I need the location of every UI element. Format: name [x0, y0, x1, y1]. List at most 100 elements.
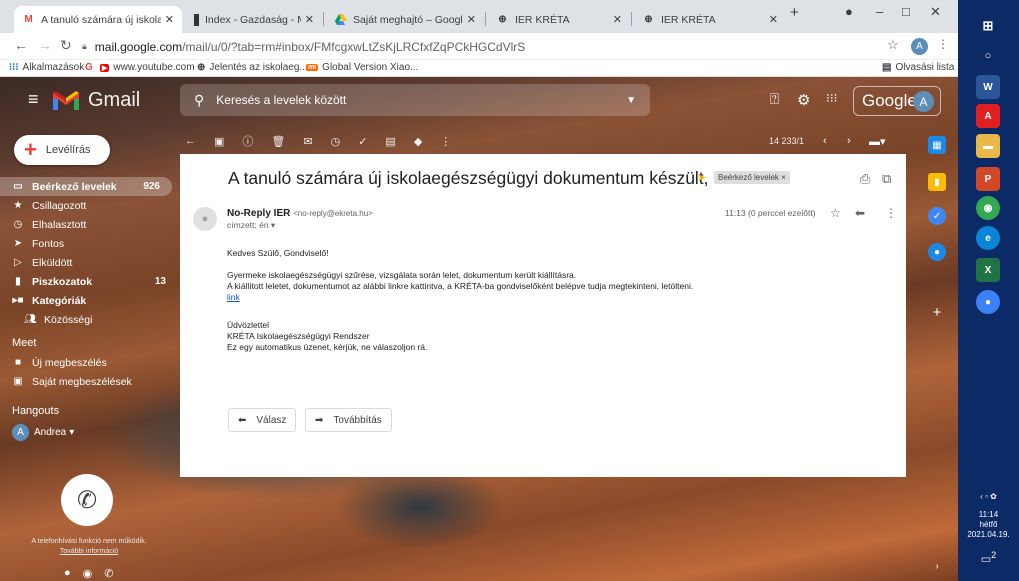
open-new-window-icon[interactable]: ⧉ — [882, 171, 891, 187]
search-icon[interactable]: ○ — [976, 44, 1000, 68]
close-icon[interactable]: ✕ — [165, 13, 174, 26]
archive-icon[interactable]: ▣ — [214, 135, 224, 148]
sidebar-item-starred[interactable]: ★ Csillagozott — [0, 196, 178, 215]
acrobat-icon[interactable]: A — [976, 104, 1000, 128]
clock-day: hétfő — [979, 520, 998, 529]
mark-unread-icon[interactable]: ✉ — [303, 135, 312, 148]
sidebar-item-inbox[interactable]: ▭ Beérkező levelek 926 — [0, 177, 172, 196]
chevron-down-icon[interactable]: ▾ — [69, 427, 74, 438]
record-icon[interactable]: ● — [845, 4, 853, 19]
app-badge-icon[interactable]: ● — [976, 290, 1000, 314]
prev-icon[interactable]: ‹ — [823, 135, 827, 147]
google-account-button[interactable]: Google A — [853, 86, 941, 116]
powerpoint-icon[interactable]: P — [976, 167, 1000, 191]
forward-button[interactable]: → — [38, 37, 52, 53]
recipient-line[interactable]: címzett: én ▾ — [227, 220, 275, 231]
contacts-app-icon[interactable]: ● — [928, 243, 946, 261]
print-icon[interactable]: ⎙ — [860, 171, 870, 187]
back-arrow-icon[interactable]: ← — [185, 135, 196, 147]
notification-icon[interactable]: ▭2 — [958, 550, 1019, 565]
label-tag-icon[interactable]: ◆ — [414, 135, 422, 148]
tab-gmail[interactable]: M A tanuló számára új iskolaegész ✕ — [14, 6, 182, 33]
tab-kreta-1[interactable]: ⊕ IER KRÉTA ✕ — [488, 6, 630, 33]
more-menu-icon[interactable]: ⋮ — [937, 37, 949, 51]
inbox-label-chip[interactable]: Beérkező levelek × — [714, 171, 790, 184]
delete-icon[interactable]: 🗑︎ — [271, 135, 285, 148]
windows-start-icon[interactable]: ⊞ — [976, 14, 1000, 38]
snooze-icon[interactable]: ◷ — [331, 135, 341, 148]
search-box[interactable]: ⚲ ▼ — [180, 84, 650, 116]
keyboard-icon[interactable]: ▬▾ — [869, 135, 886, 148]
close-icon[interactable]: ✕ — [769, 13, 778, 26]
move-to-icon[interactable]: ▤ — [385, 135, 395, 148]
more-options-icon[interactable]: ⋮ — [885, 206, 897, 220]
reply-button[interactable]: ⬅ Válasz — [228, 408, 297, 432]
tab-index[interactable]: Index - Gazdaság - Magyar taló ✕ — [186, 6, 322, 33]
tab-kreta-2[interactable]: ⊕ IER KRÉTA ✕ — [634, 6, 786, 33]
address-bar[interactable]: 🔒︎ mail.google.com/mail/u/0/?tab=rm#inbo… — [82, 36, 872, 57]
excel-icon[interactable]: X — [976, 258, 1000, 282]
expand-panel-icon[interactable]: › — [928, 557, 946, 575]
close-icon[interactable]: ✕ — [613, 13, 622, 26]
close-window-button[interactable]: ✕ — [930, 4, 941, 20]
next-icon[interactable]: › — [847, 135, 851, 147]
sidebar-item-sent[interactable]: ▷ Elküldött — [0, 253, 178, 272]
bookmark-youtube[interactable]: ▶ www.youtube.com — [100, 62, 195, 73]
close-icon[interactable]: ✕ — [467, 13, 476, 26]
maximize-button[interactable]: □ — [902, 4, 910, 19]
add-task-icon[interactable]: ✓ — [358, 135, 367, 148]
sidebar-item-drafts[interactable]: ▮ Piszkozatok 13 — [0, 272, 178, 291]
gmail-logo-icon — [53, 91, 79, 110]
search-input[interactable] — [216, 93, 597, 107]
back-button[interactable]: ← — [14, 37, 28, 53]
star-icon[interactable]: ☆ — [830, 206, 841, 220]
important-marker-icon[interactable]: ➤ — [697, 171, 709, 184]
word-icon[interactable]: W — [976, 75, 1000, 99]
add-addon-icon[interactable]: + — [928, 303, 946, 321]
phone-small-icon[interactable]: ✆ — [104, 567, 113, 580]
sidebar-item-social[interactable]: 👥︎ Közösségi — [0, 310, 178, 329]
apps-grid-icon[interactable]: ⁝⁝⁝ — [826, 91, 837, 105]
close-icon[interactable]: ✕ — [305, 13, 314, 26]
chrome-icon[interactable]: ◉ — [976, 196, 1000, 220]
document-link[interactable]: link — [227, 292, 240, 302]
main-menu-icon[interactable]: ≡ — [28, 89, 39, 110]
message-toolbar: ← ▣ ⓘ 🗑︎ ✉ ◷ ✓ ▤ ◆ ⋮ 14 233/1 ‹ › ▬▾ — [185, 127, 905, 155]
bookmark-google[interactable]: G — [85, 62, 97, 73]
sidebar-item-important[interactable]: ➤ Fontos — [0, 234, 178, 253]
account-avatar[interactable]: A — [913, 91, 934, 112]
search-icon[interactable]: ⚲ — [194, 92, 204, 109]
person-icon[interactable]: ● — [64, 567, 71, 580]
forward-button[interactable]: ➡ Továbbítás — [305, 408, 392, 432]
reload-button[interactable]: ↻ — [60, 37, 72, 54]
search-options-icon[interactable]: ▼ — [626, 95, 636, 106]
bookmark-star-icon[interactable]: ☆ — [887, 37, 899, 53]
reply-icon[interactable]: ⬅ — [855, 206, 865, 220]
new-tab-button[interactable]: + — [790, 4, 799, 21]
tasks-app-icon[interactable]: ✓ — [928, 207, 946, 225]
file-explorer-icon[interactable]: ▬ — [976, 134, 1000, 158]
reading-list[interactable]: ▤ Olvasási lista — [882, 62, 954, 73]
meet-new-meeting[interactable]: ■ Új megbeszélés — [0, 353, 178, 372]
sidebar-item-snoozed[interactable]: ◷ Elhalasztott — [0, 215, 178, 234]
more-info-link[interactable]: További információ — [0, 547, 178, 557]
minimize-button[interactable]: – — [876, 4, 883, 19]
more-options-icon[interactable]: ⋮ — [440, 135, 451, 148]
hangouts-user[interactable]: A Andrea ▾ — [0, 421, 178, 443]
calendar-app-icon[interactable]: ▦ — [928, 136, 946, 154]
profile-avatar[interactable]: A — [911, 38, 928, 55]
bookmark-jelentes[interactable]: ⊕ Jelentés az iskolaeg... — [197, 62, 308, 73]
edge-icon[interactable]: e — [976, 226, 1000, 250]
compose-button[interactable]: + Levélírás — [14, 135, 110, 165]
keep-app-icon[interactable]: ▮ — [928, 173, 946, 191]
meet-my-meetings[interactable]: ▣ Saját megbeszélések — [0, 372, 178, 391]
chat-icon[interactable]: ◉ — [83, 567, 93, 580]
tray-icons[interactable]: ‹ ▫ ✿ — [958, 492, 1019, 502]
settings-gear-icon[interactable]: ⚙ — [797, 91, 810, 109]
bookmark-apps[interactable]: ⁝⁝⁝ Alkalmazások — [9, 62, 84, 73]
sidebar-item-categories[interactable]: ▸■ Kategóriák — [0, 291, 178, 310]
tab-drive[interactable]: Saját meghajtó – Google Drive ✕ — [326, 6, 484, 33]
spam-icon[interactable]: ⓘ — [242, 133, 253, 149]
bookmark-xiaomi[interactable]: mi Global Version Xiao... — [306, 62, 418, 73]
help-icon[interactable]: ⍰ — [770, 91, 779, 108]
